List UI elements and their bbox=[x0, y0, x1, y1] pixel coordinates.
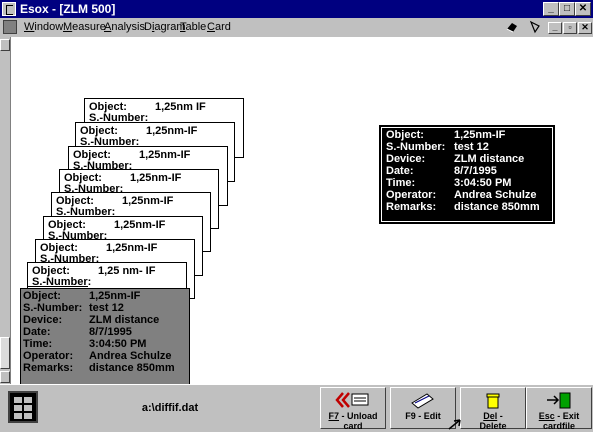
document-icon[interactable] bbox=[3, 20, 17, 34]
minimize-button[interactable]: _ bbox=[543, 2, 559, 16]
menu-analysis[interactable]: Analysis bbox=[104, 21, 145, 34]
active-card[interactable]: Object: 1,25nm-IF S.-Number: test 12 Dev… bbox=[20, 288, 190, 385]
scroll-up-button[interactable] bbox=[0, 39, 10, 51]
edit-button[interactable]: F9 - Edit bbox=[390, 387, 456, 429]
unload-card-button[interactable]: F7 - Unload card bbox=[320, 387, 386, 431]
mdi-minimize-button[interactable]: _ bbox=[548, 22, 562, 34]
menu-window[interactable]: Window bbox=[24, 21, 63, 34]
maximize-button[interactable]: □ bbox=[559, 2, 575, 16]
menu-measure[interactable]: Measure bbox=[63, 21, 106, 34]
mdi-restore-button[interactable]: ▫ bbox=[563, 22, 577, 34]
trash-icon bbox=[461, 391, 525, 409]
window-title: Esox - [ZLM 500] bbox=[20, 2, 116, 16]
vertical-scrollbar[interactable] bbox=[0, 37, 11, 384]
title-bar: Esox - [ZLM 500] _ □ ✕ bbox=[0, 0, 593, 18]
cardfile-icon bbox=[8, 391, 38, 423]
file-path: a:\diffif.dat bbox=[141, 402, 199, 414]
app-icon[interactable] bbox=[2, 2, 16, 16]
scroll-down-button[interactable] bbox=[0, 371, 10, 383]
mdi-close-button[interactable]: ✕ bbox=[578, 22, 592, 34]
exit-cardfile-button[interactable]: Esc - Exit cardfile bbox=[526, 387, 592, 431]
pencil-icon[interactable] bbox=[527, 20, 543, 36]
eraser-icon[interactable] bbox=[504, 20, 520, 36]
menu-bar: Window Measure Analysis Diagram Table Ca… bbox=[0, 18, 593, 37]
menu-card[interactable]: Card bbox=[207, 21, 231, 34]
menu-table[interactable]: Table bbox=[180, 21, 206, 34]
info-card[interactable]: Object: 1,25nm-IF S.-Number: test 12 Dev… bbox=[379, 125, 555, 224]
exit-door-icon bbox=[527, 391, 591, 409]
unload-icon bbox=[321, 391, 385, 409]
bottom-toolbar: a:\diffif.dat F7 - Unload card F9 - Edit… bbox=[0, 384, 593, 432]
close-button[interactable]: ✕ bbox=[575, 2, 591, 16]
scroll-thumb[interactable] bbox=[0, 337, 10, 369]
edit-icon bbox=[391, 391, 455, 409]
mouse-cursor-icon bbox=[448, 418, 462, 432]
delete-button[interactable]: Del - Delete bbox=[460, 387, 526, 431]
